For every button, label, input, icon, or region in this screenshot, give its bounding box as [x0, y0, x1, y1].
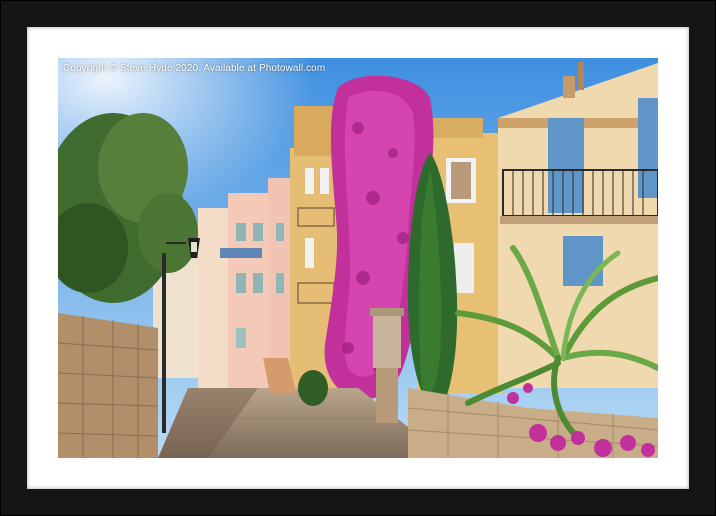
street-scene	[58, 58, 658, 458]
stone-wall-left	[58, 313, 159, 458]
cream-building	[498, 62, 658, 388]
picture-frame: Copyright © Steve Hyde 2020. Available a…	[0, 0, 716, 516]
framed-photo: Copyright © Steve Hyde 2020. Available a…	[58, 58, 658, 458]
shrub	[298, 370, 328, 406]
copyright-caption: Copyright © Steve Hyde 2020. Available a…	[63, 63, 326, 74]
